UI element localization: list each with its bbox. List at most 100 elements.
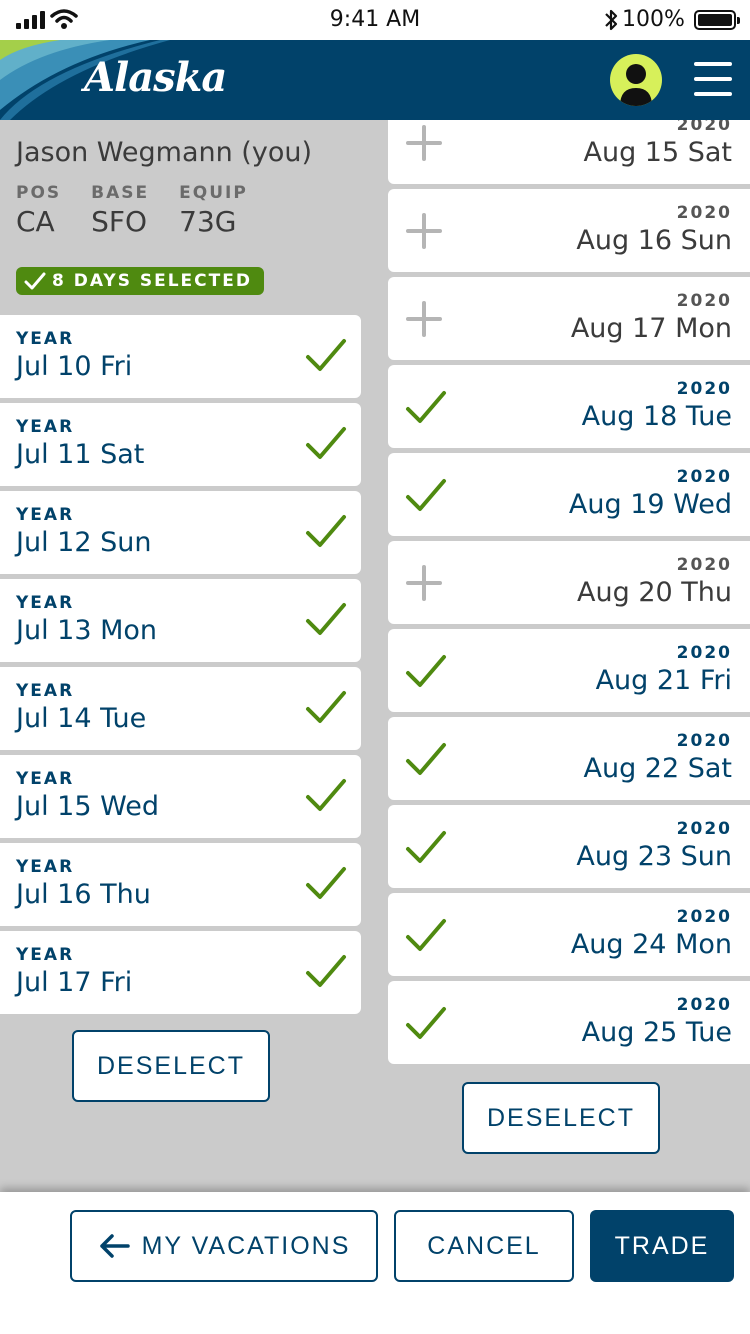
day-year: 2020 [676, 120, 732, 135]
day-year: 2020 [676, 379, 732, 399]
info-pos: POS CA [16, 182, 61, 240]
avatar[interactable] [610, 54, 662, 106]
info-base: BASE SFO [91, 182, 149, 240]
right-day-card[interactable]: 2020 Aug 24 Mon [388, 893, 750, 976]
checkmark-icon [406, 655, 446, 687]
day-date: Aug 19 Wed [568, 489, 732, 520]
right-day-card[interactable]: 2020 Aug 22 Sat [388, 717, 750, 800]
checkmark-icon [406, 831, 446, 863]
day-date: Aug 23 Sun [576, 841, 732, 872]
day-date: Jul 17 Fri [16, 967, 133, 998]
left-day-card[interactable]: YEAR Jul 10 Fri [0, 315, 361, 398]
day-year: 2020 [676, 907, 732, 927]
checkmark-icon [406, 919, 446, 951]
checkmark-icon [306, 779, 346, 811]
profile-summary: Jason Wegmann (you) POS CA BASE SFO EQUI… [16, 136, 366, 240]
info-value: SFO [91, 205, 148, 238]
day-date: Aug 21 Fri [595, 665, 732, 696]
profile-name: Jason Wegmann (you) [16, 137, 312, 168]
checkmark-icon [406, 743, 446, 775]
info-value: 73G [179, 205, 237, 238]
day-year: YEAR [16, 857, 75, 877]
day-date: Aug 25 Tue [581, 1017, 732, 1048]
battery-icon [694, 10, 740, 30]
user-icon [620, 64, 652, 106]
hamburger-menu-icon[interactable] [694, 62, 732, 96]
info-label: POS [16, 183, 62, 203]
left-day-card[interactable]: YEAR Jul 11 Sat [0, 403, 361, 486]
trade-button[interactable]: TRADE [590, 1210, 734, 1282]
right-day-card[interactable]: 2020 Aug 16 Sun [388, 189, 750, 272]
day-year: 2020 [676, 819, 732, 839]
my-vacations-label: MY VACATIONS [141, 1231, 351, 1260]
plus-icon [406, 565, 442, 601]
day-date: Aug 17 Mon [570, 313, 732, 344]
checkmark-icon [306, 339, 346, 371]
cancel-button[interactable]: CANCEL [394, 1210, 574, 1282]
day-year: 2020 [676, 555, 732, 575]
left-day-card[interactable]: YEAR Jul 15 Wed [0, 755, 361, 838]
left-day-card[interactable]: YEAR Jul 14 Tue [0, 667, 361, 750]
right-day-card[interactable]: 2020 Aug 19 Wed [388, 453, 750, 536]
day-year: YEAR [16, 417, 75, 437]
day-date: Jul 14 Tue [16, 703, 147, 734]
alaska-logo: Alaska [84, 54, 227, 101]
checkmark-icon [306, 515, 346, 547]
day-year: YEAR [16, 505, 75, 525]
right-day-card[interactable]: 2020 Aug 17 Mon [388, 277, 750, 360]
day-date: Jul 16 Thu [16, 879, 151, 910]
checkmark-icon [306, 867, 346, 899]
day-year: 2020 [676, 995, 732, 1015]
day-date: Aug 22 Sat [583, 753, 732, 784]
day-date: Jul 13 Mon [16, 615, 158, 646]
day-year: YEAR [16, 945, 75, 965]
checkmark-icon [406, 1007, 446, 1039]
day-date: Aug 20 Thu [577, 577, 732, 608]
checkmark-icon [406, 479, 446, 511]
left-day-card[interactable]: YEAR Jul 16 Thu [0, 843, 361, 926]
days-selected-badge: 8 DAYS SELECTED [16, 267, 264, 295]
left-day-card[interactable]: YEAR Jul 13 Mon [0, 579, 361, 662]
checkmark-icon [24, 272, 46, 290]
info-label: BASE [91, 183, 150, 203]
right-day-card[interactable]: 2020 Aug 20 Thu [388, 541, 750, 624]
info-value: CA [16, 205, 55, 238]
arrow-left-icon [99, 1234, 130, 1258]
day-date: Jul 12 Sun [16, 527, 152, 558]
plus-icon [406, 125, 442, 161]
day-date: Aug 16 Sun [576, 225, 732, 256]
day-date: Aug 18 Tue [581, 401, 732, 432]
day-year: YEAR [16, 681, 75, 701]
plus-icon [406, 301, 442, 337]
left-deselect-button[interactable]: DESELECT [72, 1030, 270, 1102]
right-day-card[interactable]: 2020 Aug 25 Tue [388, 981, 750, 1064]
battery-percentage: 100% [622, 7, 685, 32]
plus-icon [406, 213, 442, 249]
day-year: YEAR [16, 329, 75, 349]
day-year: 2020 [676, 467, 732, 487]
right-deselect-button[interactable]: DESELECT [462, 1082, 660, 1154]
right-day-card[interactable]: 2020 Aug 23 Sun [388, 805, 750, 888]
bluetooth-icon [605, 9, 618, 31]
trade-content: Jason Wegmann (you) POS CA BASE SFO EQUI… [0, 120, 750, 1192]
my-vacations-button[interactable]: MY VACATIONS [70, 1210, 378, 1282]
day-year: 2020 [676, 643, 732, 663]
day-date: Aug 15 Sat [583, 137, 732, 168]
action-footer: MY VACATIONS CANCEL TRADE [0, 1192, 750, 1334]
checkmark-icon [306, 603, 346, 635]
checkmark-icon [306, 691, 346, 723]
day-date: Jul 15 Wed [16, 791, 159, 822]
days-selected-text: 8 DAYS SELECTED [52, 271, 252, 291]
day-date: Jul 10 Fri [16, 351, 133, 382]
right-day-card[interactable]: 2020 Aug 15 Sat [388, 120, 750, 184]
right-day-card[interactable]: 2020 Aug 18 Tue [388, 365, 750, 448]
checkmark-icon [306, 427, 346, 459]
info-equip: EQUIP 73G [179, 182, 248, 240]
left-day-card[interactable]: YEAR Jul 12 Sun [0, 491, 361, 574]
day-year: YEAR [16, 593, 75, 613]
left-day-card[interactable]: YEAR Jul 17 Fri [0, 931, 361, 1014]
status-bar: 9:41 AM 100% [0, 0, 750, 40]
right-day-card[interactable]: 2020 Aug 21 Fri [388, 629, 750, 712]
day-year: 2020 [676, 731, 732, 751]
day-date: Jul 11 Sat [16, 439, 145, 470]
